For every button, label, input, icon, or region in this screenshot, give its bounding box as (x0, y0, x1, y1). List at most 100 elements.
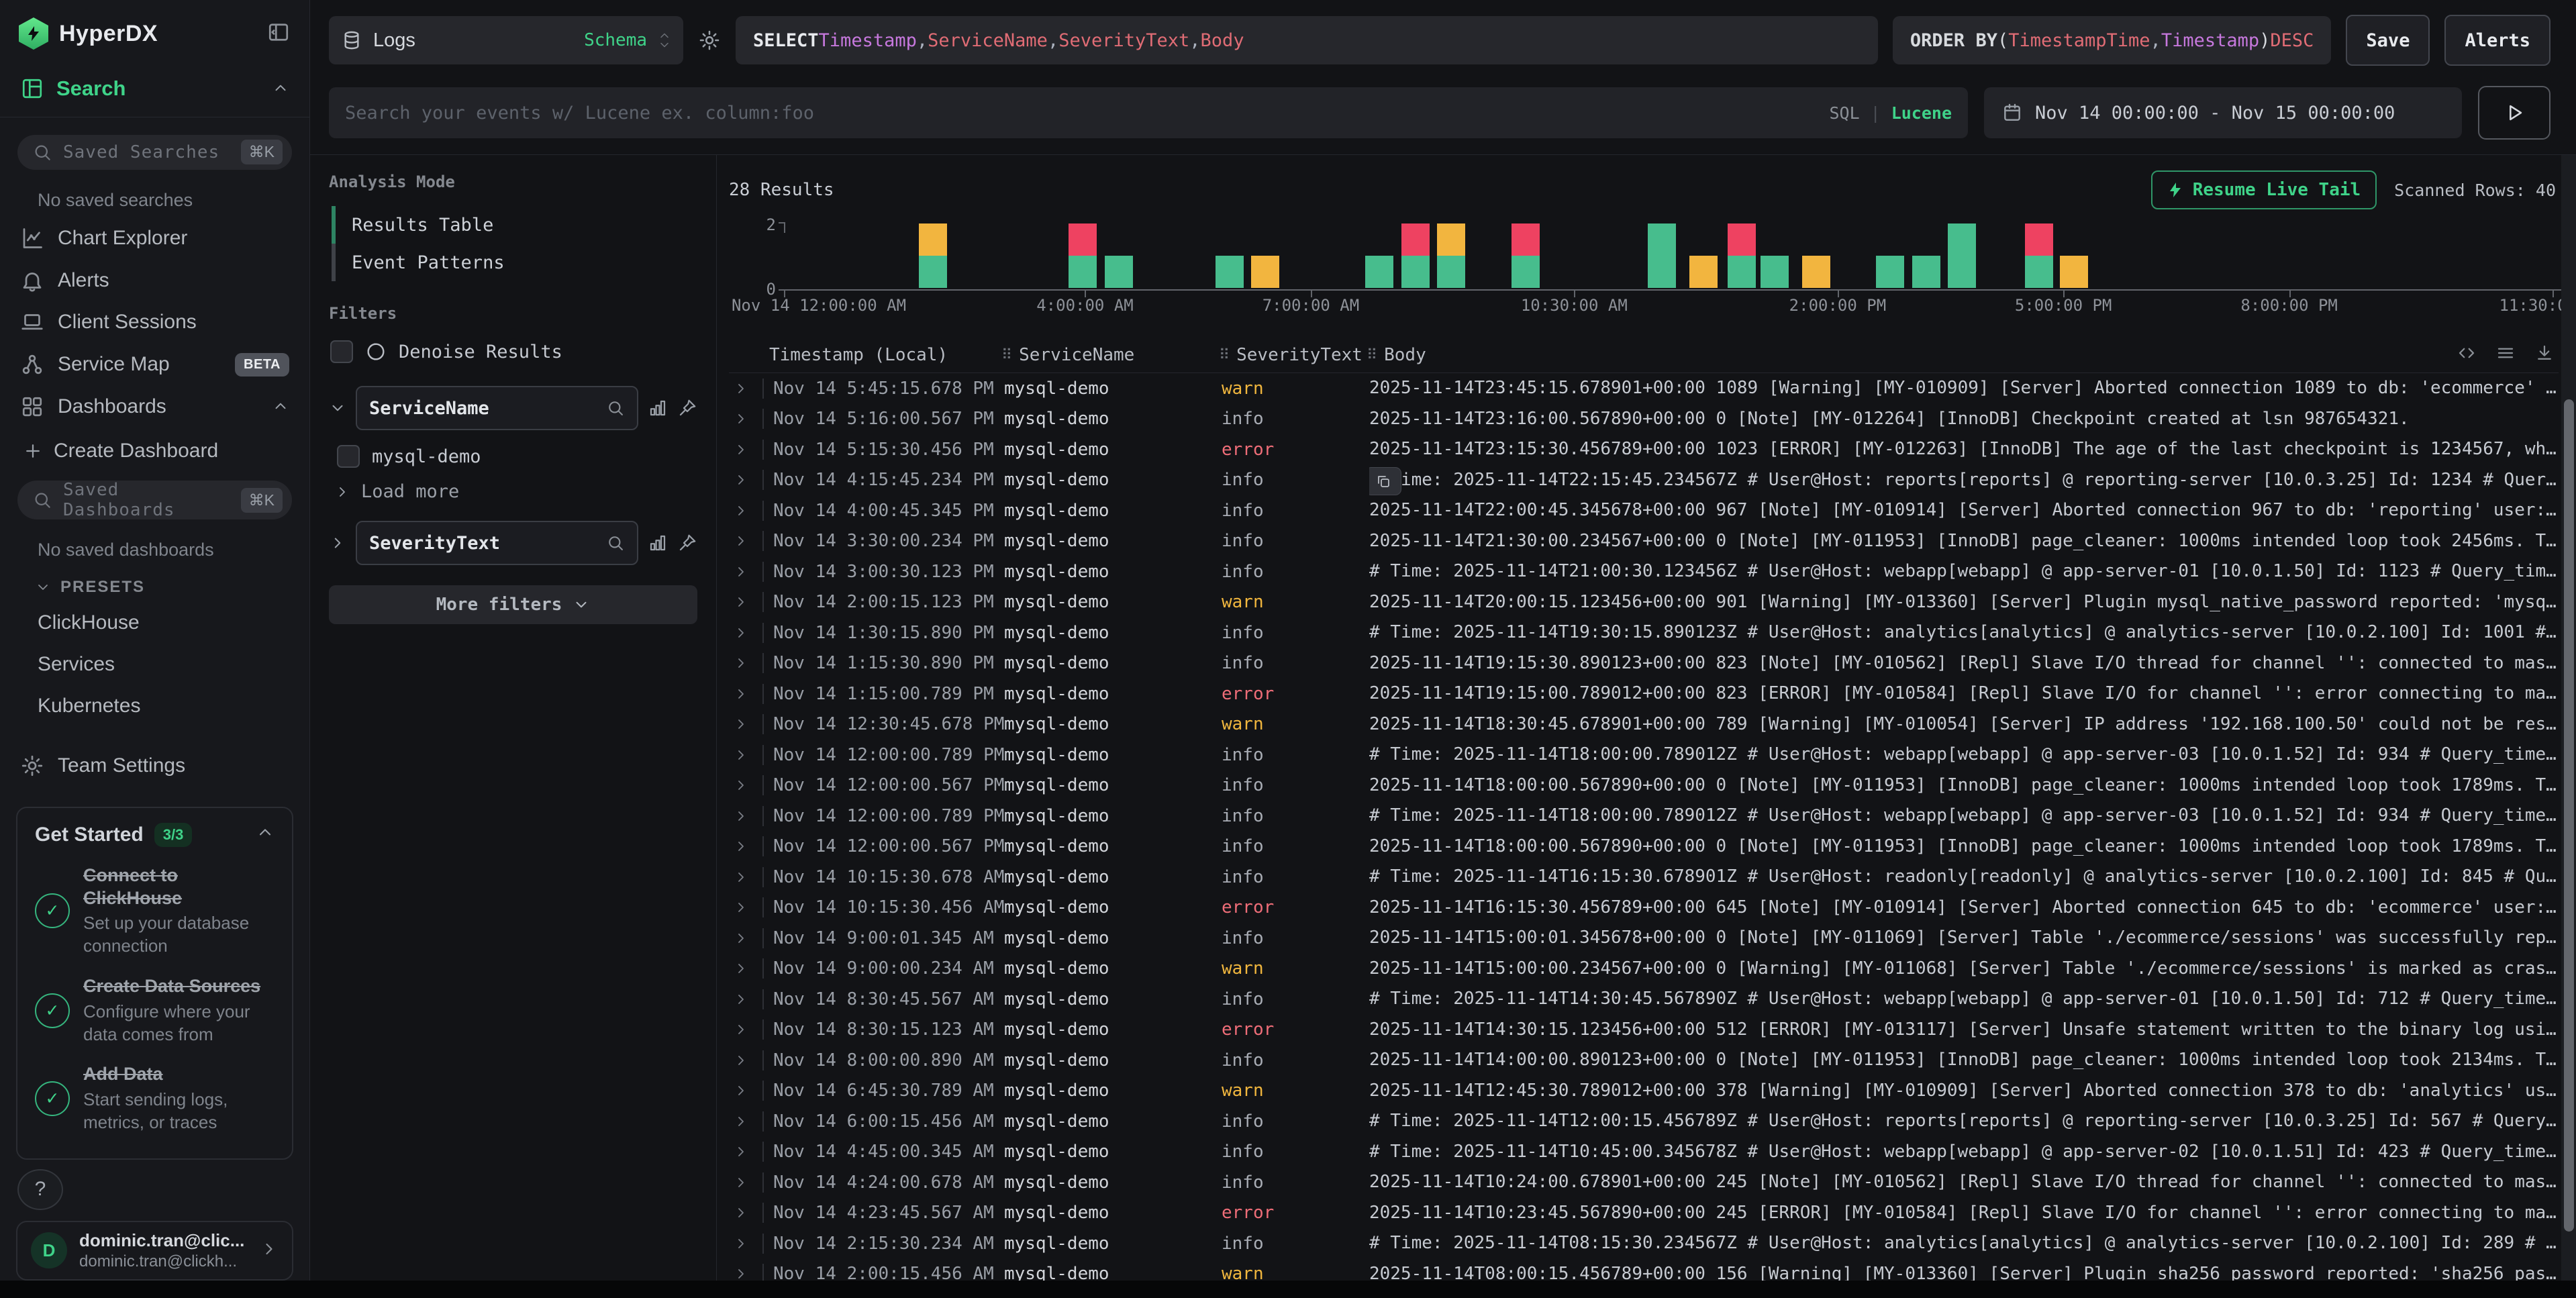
expand-row-icon[interactable] (729, 838, 762, 854)
expand-row-icon[interactable] (729, 1205, 762, 1221)
expand-row-icon[interactable] (729, 1021, 762, 1038)
log-row[interactable]: Nov 14 4:23:45.567 AMmysql-demoerror2025… (729, 1198, 2559, 1229)
results-scrollbar[interactable] (2561, 155, 2576, 1281)
load-more-button[interactable]: Load more (334, 481, 697, 502)
log-row[interactable]: Nov 14 10:15:30.678 AMmysql-demoinfo# Ti… (729, 862, 2559, 893)
log-row[interactable]: Nov 14 9:00:01.345 AMmysql-demoinfo2025-… (729, 923, 2559, 954)
column-header-servicename[interactable]: ⠿ ServiceName (1001, 345, 1219, 365)
filter-value-checkbox[interactable] (337, 445, 360, 468)
sql-toggle[interactable]: SQL (1829, 103, 1859, 123)
lucene-toggle[interactable]: Lucene (1891, 103, 1952, 123)
user-menu[interactable]: D dominic.tran@clic... dominic.tran@clic… (16, 1221, 293, 1281)
expand-row-icon[interactable] (729, 716, 762, 732)
log-row[interactable]: Nov 14 4:24:00.678 AMmysql-demoinfo2025-… (729, 1167, 2559, 1198)
run-query-button[interactable] (2478, 86, 2550, 140)
saved-searches-input[interactable]: Saved Searches ⌘K (17, 135, 292, 170)
sidebar-item-chart-explorer[interactable]: Chart Explorer (0, 217, 309, 260)
resume-live-tail-button[interactable]: Resume Live Tail (2151, 170, 2377, 209)
expand-row-icon[interactable] (729, 564, 762, 580)
expand-row-icon[interactable] (729, 655, 762, 671)
log-row[interactable]: Nov 14 12:00:00.567 PMmysql-demoinfo2025… (729, 770, 2559, 801)
expand-row-icon[interactable] (729, 747, 762, 763)
expand-row-icon[interactable] (729, 686, 762, 702)
help-button[interactable]: ? (17, 1169, 63, 1210)
column-header-severitytext[interactable]: ⠿ SeverityText (1219, 345, 1367, 365)
more-filters-button[interactable]: More filters (329, 585, 697, 624)
facet-chart-icon[interactable] (648, 533, 668, 553)
expand-row-icon[interactable] (729, 533, 762, 549)
collapse-sidebar-icon[interactable] (266, 20, 291, 48)
expand-row-icon[interactable] (729, 625, 762, 641)
log-row[interactable]: Nov 14 12:30:45.678 PMmysql-demowarn2025… (729, 709, 2559, 740)
chevron-up-icon[interactable] (272, 80, 289, 97)
log-row[interactable]: Nov 14 10:15:30.456 AMmysql-demoerror202… (729, 893, 2559, 923)
log-row[interactable]: Nov 14 3:00:30.123 PMmysql-demoinfo# Tim… (729, 556, 2559, 587)
drag-handle-icon[interactable]: ⠿ (1219, 347, 1230, 364)
presets-toggle[interactable]: PRESETS (0, 567, 309, 602)
filter-group-severitytext[interactable]: SeverityText (356, 521, 638, 565)
copy-icon[interactable] (1369, 467, 1401, 495)
expand-row-icon[interactable] (729, 899, 762, 915)
expand-row-icon[interactable] (729, 930, 762, 946)
expand-row-icon[interactable] (729, 594, 762, 610)
expand-row-icon[interactable] (729, 869, 762, 885)
log-row[interactable]: Nov 14 4:15:45.234 PMmysql-demoinfo# Tim… (729, 465, 2559, 496)
column-header-timestamp[interactable]: Timestamp (Local) (758, 345, 1001, 365)
expand-row-icon[interactable] (729, 1052, 762, 1068)
sidebar-item-service-map[interactable]: Service Map BETA (0, 344, 309, 386)
preset-clickhouse[interactable]: ClickHouse (0, 602, 309, 644)
get-started-step[interactable]: ✓ Add Data Start sending logs, metrics, … (35, 1063, 275, 1134)
order-by-input[interactable]: ORDER BY (TimestampTime, Timestamp) DESC (1893, 16, 2332, 64)
expand-row-icon[interactable] (729, 1266, 762, 1281)
expand-row-icon[interactable] (729, 1113, 762, 1130)
expand-row-icon[interactable] (729, 1236, 762, 1252)
chevron-up-icon[interactable] (256, 823, 275, 846)
chevron-up-icon[interactable] (272, 398, 289, 415)
event-search-input[interactable]: Search your events w/ Lucene ex. column:… (329, 87, 1968, 138)
sidebar-item-alerts[interactable]: Alerts (0, 259, 309, 301)
tab-event-patterns[interactable]: Event Patterns (332, 244, 697, 281)
log-row[interactable]: Nov 14 8:00:00.890 AMmysql-demoinfo2025-… (729, 1045, 2559, 1076)
source-select[interactable]: Logs Schema (329, 16, 683, 64)
preset-kubernetes[interactable]: Kubernetes (0, 685, 309, 727)
log-row[interactable]: Nov 14 1:15:00.789 PMmysql-demoerror2025… (729, 679, 2559, 709)
expand-row-icon[interactable] (729, 808, 762, 824)
sidebar-item-client-sessions[interactable]: Client Sessions (0, 301, 309, 344)
expand-row-icon[interactable] (729, 503, 762, 519)
log-row[interactable]: Nov 14 12:00:00.567 PMmysql-demoinfo2025… (729, 832, 2559, 862)
download-icon[interactable] (2534, 343, 2555, 368)
drag-handle-icon[interactable]: ⠿ (1367, 347, 1377, 364)
sidebar-item-search[interactable]: Search (0, 64, 309, 117)
expand-row-icon[interactable] (729, 960, 762, 977)
column-header-body[interactable]: ⠿ Body (1367, 343, 2559, 368)
search-icon[interactable] (606, 399, 625, 417)
log-row[interactable]: Nov 14 6:45:30.789 AMmysql-demowarn2025-… (729, 1076, 2559, 1107)
get-started-step[interactable]: ✓ Connect to ClickHouse Set up your data… (35, 864, 275, 958)
log-row[interactable]: Nov 14 12:00:00.789 PMmysql-demoinfo# Ti… (729, 740, 2559, 770)
expand-row-icon[interactable] (729, 381, 762, 397)
preset-services[interactable]: Services (0, 644, 309, 685)
row-settings-icon[interactable] (2495, 343, 2516, 368)
create-dashboard-button[interactable]: Create Dashboard (0, 432, 309, 470)
log-row[interactable]: Nov 14 5:16:00.567 PMmysql-demoinfo2025-… (729, 404, 2559, 435)
log-row[interactable]: Nov 14 4:00:45.345 PMmysql-demoinfo2025-… (729, 495, 2559, 526)
date-range-picker[interactable]: Nov 14 00:00:00 - Nov 15 00:00:00 (1984, 87, 2462, 138)
pin-icon[interactable] (677, 533, 697, 553)
denoise-checkbox[interactable] (330, 340, 353, 363)
expand-row-icon[interactable] (729, 1083, 762, 1099)
log-row[interactable]: Nov 14 2:00:15.123 PMmysql-demowarn2025-… (729, 587, 2559, 618)
log-row[interactable]: Nov 14 9:00:00.234 AMmysql-demowarn2025-… (729, 954, 2559, 985)
log-row[interactable]: Nov 14 6:00:15.456 AMmysql-demoinfo# Tim… (729, 1106, 2559, 1137)
get-started-step[interactable]: ✓ Create Data Sources Configure where yo… (35, 975, 275, 1046)
alerts-button[interactable]: Alerts (2444, 15, 2550, 66)
save-button[interactable]: Save (2346, 15, 2430, 66)
sql-select-input[interactable]: SELECT Timestamp,ServiceName,SeverityTex… (736, 16, 1878, 64)
expand-row-icon[interactable] (729, 1144, 762, 1160)
facet-chart-icon[interactable] (648, 398, 668, 418)
log-row[interactable]: Nov 14 5:15:30.456 PMmysql-demoerror2025… (729, 434, 2559, 465)
expand-row-icon[interactable] (729, 1175, 762, 1191)
language-toggle[interactable]: SQL | Lucene (1829, 103, 1952, 123)
pin-icon[interactable] (677, 398, 697, 418)
log-row[interactable]: Nov 14 1:30:15.890 PMmysql-demoinfo# Tim… (729, 617, 2559, 648)
log-row[interactable]: Nov 14 8:30:15.123 AMmysql-demoerror2025… (729, 1015, 2559, 1046)
